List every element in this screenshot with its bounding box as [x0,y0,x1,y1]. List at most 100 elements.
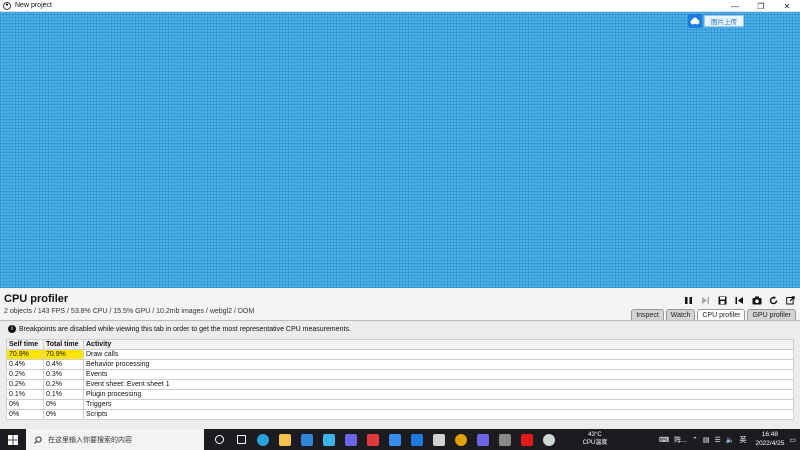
popout-icon[interactable] [785,295,796,306]
self-time-cell: 0% [6,409,44,420]
clock-date: 2022/4/25 [755,439,785,447]
self-time-cell: 0.4% [6,359,44,370]
cpu-temp-widget[interactable]: 43°C CPU温度 [566,432,624,446]
cloud-upload-icon[interactable] [688,14,702,28]
table-row[interactable]: 0.4% 0.4% Behavior processing [6,359,794,370]
table-row[interactable]: 70.9% 70.9% Draw calls [6,349,794,360]
clock-time: 16:48 [761,431,779,439]
table-header-row: Self time Total time Activity [6,339,794,350]
step-icon[interactable] [700,295,711,306]
volume-icon[interactable]: 🔈 [726,436,735,444]
total-time-cell: 0.2% [43,379,84,390]
construct-app-icon: ● [3,1,11,10]
self-time-cell: 0.2% [6,379,44,390]
table-row[interactable]: 0.2% 0.3% Events [6,369,794,380]
window-title-bar: ● New project — ❐ ✕ [0,0,800,12]
total-time-cell: 0% [43,409,84,420]
chevron-up-icon[interactable]: ⌃ [692,436,698,444]
profiler-tabs: Inspect Watch CPU profiler GPU profiler [631,309,796,320]
taskbar-search-box[interactable]: 在这里输入你要搜索的内容 [26,429,204,450]
app-g2-icon[interactable] [472,429,494,450]
edge-icon[interactable] [252,429,274,450]
profiler-stats: 2 objects / 143 FPS / 53.8% CPU / 15.5% … [4,308,255,315]
tray-app-text[interactable]: 阵... [674,435,687,445]
table-row[interactable]: 0% 0% Triggers [6,399,794,410]
wps-icon[interactable] [362,429,384,450]
task-view-icon[interactable] [208,429,230,450]
app-red-icon[interactable] [516,429,538,450]
app-triangle-icon[interactable] [318,429,340,450]
game-canvas[interactable]: 图片上传 [0,12,800,288]
activity-cell: Event sheet: Event sheet 1 [83,379,794,390]
notification-icon[interactable]: ▭ [789,436,796,444]
chrome-icon[interactable] [450,429,472,450]
activity-cell: Scripts [83,409,794,420]
printer-icon[interactable] [428,429,450,450]
tab-inspect[interactable]: Inspect [631,309,664,320]
self-time-cell: 0.2% [6,369,44,380]
image-upload-widget[interactable]: 图片上传 [688,14,744,28]
app-grey-icon[interactable] [494,429,516,450]
column-header-activity[interactable]: Activity [83,339,794,350]
close-button[interactable]: ✕ [774,0,800,12]
debugger-toolbar [683,295,796,306]
camera-icon[interactable] [751,295,762,306]
cpu-temp-label: CPU温度 [582,439,608,446]
profiler-title: CPU profiler [4,293,69,305]
network-icon[interactable]: ▤ [703,436,710,444]
table-row[interactable]: 0% 0% Scripts [6,409,794,420]
activity-cell: Triggers [83,399,794,410]
info-icon: i [8,325,16,333]
pause-icon[interactable] [683,295,694,306]
total-time-cell: 0.3% [43,369,84,380]
taskbar-app-icons [208,429,560,450]
start-button[interactable] [0,429,26,450]
activity-cell: Draw calls [83,349,794,360]
app-ball-icon[interactable] [538,429,560,450]
reload-icon[interactable] [768,295,779,306]
taskbar-clock[interactable]: 16:48 2022/4/25 [755,431,784,447]
save-icon[interactable] [717,295,728,306]
total-time-cell: 0.1% [43,389,84,400]
activity-cell: Plugin processing [83,389,794,400]
activity-cell: Events [83,369,794,380]
minimize-button[interactable]: — [722,0,748,12]
cloud-app-icon[interactable] [406,429,428,450]
tab-watch[interactable]: Watch [665,309,696,320]
tab-gpu-profiler[interactable]: GPU profiler [747,309,796,320]
tab-cpu-profiler[interactable]: CPU profiler [697,309,746,320]
restart-icon[interactable] [734,295,745,306]
window-title: New project [15,2,52,9]
column-header-self-time[interactable]: Self time [6,339,44,350]
image-upload-button[interactable]: 图片上传 [704,15,744,27]
widgets-icon[interactable] [230,429,252,450]
self-time-cell: 70.9% [6,349,44,360]
windows-logo-icon [8,434,18,445]
mail-icon[interactable] [296,429,318,450]
cpu-temp-value: 43°C [588,432,602,439]
self-time-cell: 0% [6,399,44,410]
ime-indicator[interactable]: 英 [739,435,746,445]
app-g-icon[interactable] [340,429,362,450]
profiler-header: CPU profiler 2 objects / 143 FPS / 53.8%… [0,289,800,320]
feishu-icon[interactable] [384,429,406,450]
notice-text: Breakpoints are disabled while viewing t… [19,325,351,333]
activity-cell: Behavior processing [83,359,794,370]
total-time-cell: 0% [43,399,84,410]
breakpoint-notice: i Breakpoints are disabled while viewing… [8,325,351,333]
file-explorer-icon[interactable] [274,429,296,450]
total-time-cell: 70.9% [43,349,84,360]
search-icon [34,435,42,444]
column-header-total-time[interactable]: Total time [43,339,84,350]
search-placeholder: 在这里输入你要搜索的内容 [48,436,132,444]
table-row[interactable]: 0.1% 0.1% Plugin processing [6,389,794,400]
self-time-cell: 0.1% [6,389,44,400]
windows-taskbar: 在这里输入你要搜索的内容 43°C CPU温度 ⌨ 阵... ⌃ ▤ ☰ 🔈 英… [0,429,800,450]
total-time-cell: 0.4% [43,359,84,370]
system-tray: ⌨ 阵... ⌃ ▤ ☰ 🔈 英 16:48 2022/4/25 ▭ [659,429,800,450]
maximize-button[interactable]: ❐ [748,0,774,12]
table-row[interactable]: 0.2% 0.2% Event sheet: Event sheet 1 [6,379,794,390]
keyboard-icon[interactable]: ⌨ [659,436,669,444]
wifi-icon[interactable]: ☰ [714,436,720,444]
profiler-body: i Breakpoints are disabled while viewing… [0,320,800,429]
